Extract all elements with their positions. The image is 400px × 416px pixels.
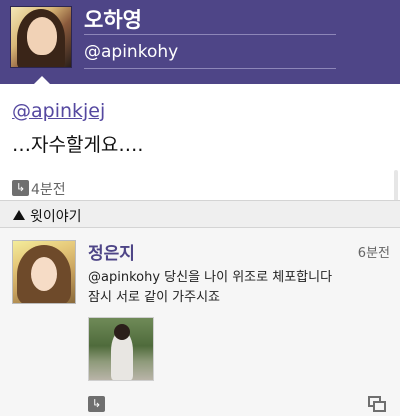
retweet-icon[interactable]: ↳ xyxy=(88,396,105,412)
gallery-icon[interactable] xyxy=(368,396,386,412)
reply-author-name[interactable]: 정은지 xyxy=(88,239,135,264)
reply-text: @apinkohy 당신을 나이 위조로 체포합니다 잠시 서로 같이 가주시죠 xyxy=(88,270,333,305)
main-tweet[interactable]: @apinkjej …자수할게요…. ↳ 4분전 xyxy=(0,84,400,282)
divider xyxy=(84,34,336,35)
divider xyxy=(84,68,336,69)
photo-head xyxy=(114,324,130,340)
reply-photo-thumbnail[interactable] xyxy=(88,317,154,381)
gallery-frame-front xyxy=(373,401,386,412)
avatar-face xyxy=(27,17,57,55)
profile-name[interactable]: 오하영 xyxy=(84,4,142,34)
reply-tweet[interactable]: 정은지 6분전 @apinkohy 당신을 나이 위조로 체포합니다 잠시 서로… xyxy=(0,228,400,416)
tweet-text: …자수할게요…. xyxy=(12,134,144,156)
reply-avatar[interactable] xyxy=(12,240,76,304)
avatar-face xyxy=(31,257,57,291)
profile-avatar[interactable] xyxy=(10,6,72,68)
tweet-timestamp: 4분전 xyxy=(31,182,66,198)
conversation-section-bar[interactable]: 윗이야기 xyxy=(0,200,400,228)
triangle-up-icon xyxy=(13,210,25,220)
tweet-mention-link[interactable]: @apinkjej xyxy=(12,100,105,122)
retweet-icon[interactable]: ↳ xyxy=(12,180,29,196)
reply-timestamp: 6분전 xyxy=(357,246,390,261)
profile-handle[interactable]: @apinkohy xyxy=(84,42,178,62)
profile-header: 오하영 @apinkohy xyxy=(0,0,400,85)
section-title: 윗이야기 xyxy=(30,209,82,225)
